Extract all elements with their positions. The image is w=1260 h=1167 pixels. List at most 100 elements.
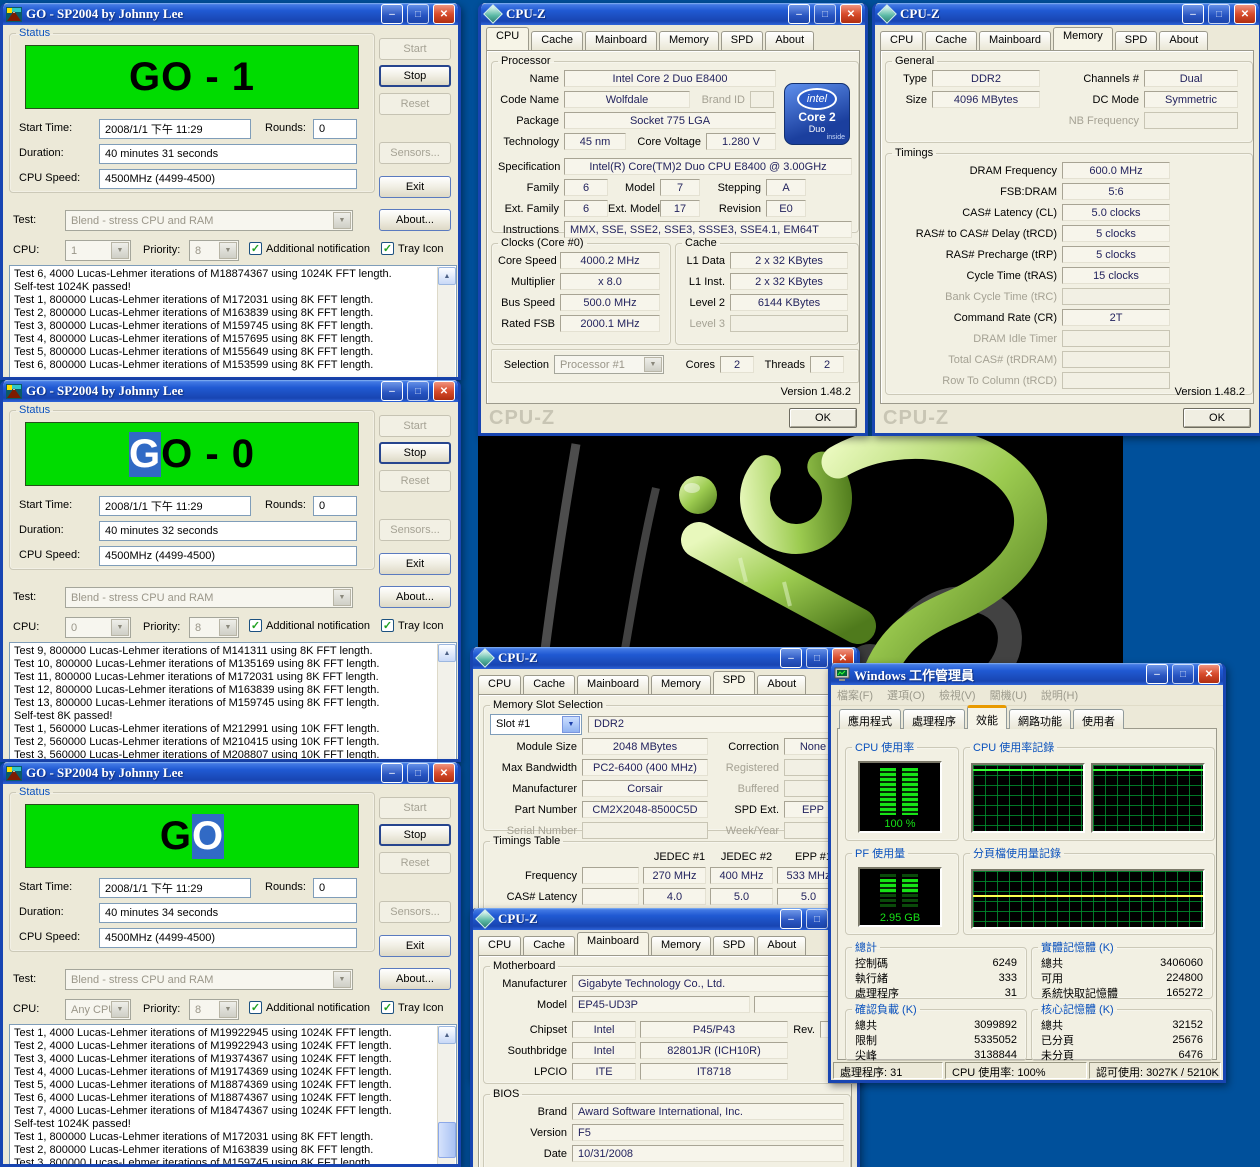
tab-3[interactable]: 網路功能 (1009, 709, 1071, 729)
maximize-button[interactable] (407, 4, 429, 24)
tab-memory[interactable]: Memory (1053, 27, 1113, 50)
scroll-up-icon[interactable] (438, 267, 456, 285)
test-log[interactable]: Test 9, 800000 Lucas-Lehmer iterations o… (9, 642, 457, 759)
tab-cpu[interactable]: CPU (478, 936, 521, 955)
scroll-thumb[interactable] (438, 1122, 456, 1158)
scrollbar[interactable] (437, 644, 455, 759)
additional-notification-checkbox[interactable]: Additional notification (249, 242, 370, 255)
priority-select[interactable]: 8 (189, 240, 239, 261)
tab-spd[interactable]: SPD (713, 936, 756, 955)
tab-spd[interactable]: SPD (1115, 31, 1158, 50)
maximize-button[interactable] (814, 4, 836, 24)
titlebar[interactable]: GO - SP2004 by Johnny Lee (3, 762, 458, 784)
additional-notification-checkbox[interactable]: Additional notification (249, 619, 370, 632)
tab-cache[interactable]: Cache (531, 31, 583, 50)
reset-button[interactable]: Reset (379, 93, 451, 115)
scrollbar[interactable] (437, 267, 455, 377)
titlebar[interactable]: CPU-Z (481, 3, 865, 25)
exit-button[interactable]: Exit (379, 176, 451, 198)
tab-2[interactable]: 效能 (967, 705, 1007, 729)
slot-select[interactable]: Slot #1 (490, 714, 582, 735)
tab-memory[interactable]: Memory (651, 675, 711, 694)
tab-about[interactable]: About (757, 936, 806, 955)
maximize-button[interactable] (407, 381, 429, 401)
scrollbar[interactable] (437, 1026, 455, 1164)
exit-button[interactable]: Exit (379, 935, 451, 957)
test-log[interactable]: Test 6, 4000 Lucas-Lehmer iterations of … (9, 265, 457, 377)
minimize-button[interactable] (788, 4, 810, 24)
tab-memory[interactable]: Memory (651, 936, 711, 955)
tray-icon-checkbox[interactable]: Tray Icon (381, 1001, 443, 1014)
tab-about[interactable]: About (1159, 31, 1208, 50)
tab-about[interactable]: About (765, 31, 814, 50)
additional-notification-checkbox[interactable]: Additional notification (249, 1001, 370, 1014)
titlebar[interactable]: GO - SP2004 by Johnny Lee (3, 380, 458, 402)
tab-mainboard[interactable]: Mainboard (585, 31, 657, 50)
stop-button[interactable]: Stop (379, 824, 451, 846)
tab-0[interactable]: 應用程式 (839, 709, 901, 729)
processor-select[interactable]: Processor #1 (554, 355, 664, 374)
minimize-button[interactable] (381, 4, 403, 24)
titlebar[interactable]: CPU-Z (473, 908, 857, 930)
minimize-button[interactable] (381, 763, 403, 783)
priority-select[interactable]: 8 (189, 999, 239, 1020)
close-button[interactable] (433, 381, 455, 401)
scroll-up-icon[interactable] (438, 644, 456, 662)
maximize-button[interactable] (806, 909, 828, 929)
tab-cache[interactable]: Cache (523, 675, 575, 694)
menu-item[interactable]: 檢視(V) (939, 687, 976, 703)
tab-mainboard[interactable]: Mainboard (979, 31, 1051, 50)
tray-icon-checkbox[interactable]: Tray Icon (381, 242, 443, 255)
minimize-button[interactable] (381, 381, 403, 401)
start-button[interactable]: Start (379, 38, 451, 60)
about-button[interactable]: About... (379, 968, 451, 990)
about-button[interactable]: About... (379, 209, 451, 231)
tab-memory[interactable]: Memory (659, 31, 719, 50)
close-button[interactable] (840, 4, 862, 24)
tab-cpu[interactable]: CPU (478, 675, 521, 694)
maximize-button[interactable] (1172, 664, 1194, 684)
titlebar[interactable]: Windows 工作管理員 (831, 663, 1223, 685)
titlebar[interactable]: GO - SP2004 by Johnny Lee (3, 3, 458, 25)
tab-mainboard[interactable]: Mainboard (577, 932, 649, 955)
maximize-button[interactable] (806, 648, 828, 668)
minimize-button[interactable] (780, 648, 802, 668)
tab-cache[interactable]: Cache (925, 31, 977, 50)
tab-cpu[interactable]: CPU (880, 31, 923, 50)
cpu-select[interactable]: Any CPU (65, 999, 131, 1020)
test-log[interactable]: Test 1, 4000 Lucas-Lehmer iterations of … (9, 1024, 457, 1164)
scroll-up-icon[interactable] (438, 1026, 456, 1044)
priority-select[interactable]: 8 (189, 617, 239, 638)
reset-button[interactable]: Reset (379, 470, 451, 492)
ok-button[interactable]: OK (789, 408, 857, 428)
about-button[interactable]: About... (379, 586, 451, 608)
start-button[interactable]: Start (379, 415, 451, 437)
titlebar[interactable]: CPU-Z (473, 647, 857, 669)
tab-mainboard[interactable]: Mainboard (577, 675, 649, 694)
maximize-button[interactable] (1208, 4, 1230, 24)
tab-about[interactable]: About (757, 675, 806, 694)
tab-spd[interactable]: SPD (721, 31, 764, 50)
tab-cache[interactable]: Cache (523, 936, 575, 955)
close-button[interactable] (1198, 664, 1220, 684)
start-button[interactable]: Start (379, 797, 451, 819)
menu-item[interactable]: 說明(H) (1041, 687, 1078, 703)
sensors-button[interactable]: Sensors... (379, 519, 451, 541)
tab-1[interactable]: 處理程序 (903, 709, 965, 729)
close-button[interactable] (433, 763, 455, 783)
close-button[interactable] (433, 4, 455, 24)
cpu-select[interactable]: 1 (65, 240, 131, 261)
sensors-button[interactable]: Sensors... (379, 142, 451, 164)
minimize-button[interactable] (1146, 664, 1168, 684)
menu-item[interactable]: 關機(U) (990, 687, 1027, 703)
test-select[interactable]: Blend - stress CPU and RAM (65, 969, 353, 990)
test-select[interactable]: Blend - stress CPU and RAM (65, 210, 353, 231)
ok-button[interactable]: OK (1183, 408, 1251, 428)
tray-icon-checkbox[interactable]: Tray Icon (381, 619, 443, 632)
exit-button[interactable]: Exit (379, 553, 451, 575)
reset-button[interactable]: Reset (379, 852, 451, 874)
tab-cpu[interactable]: CPU (486, 27, 529, 50)
minimize-button[interactable] (780, 909, 802, 929)
sensors-button[interactable]: Sensors... (379, 901, 451, 923)
test-select[interactable]: Blend - stress CPU and RAM (65, 587, 353, 608)
